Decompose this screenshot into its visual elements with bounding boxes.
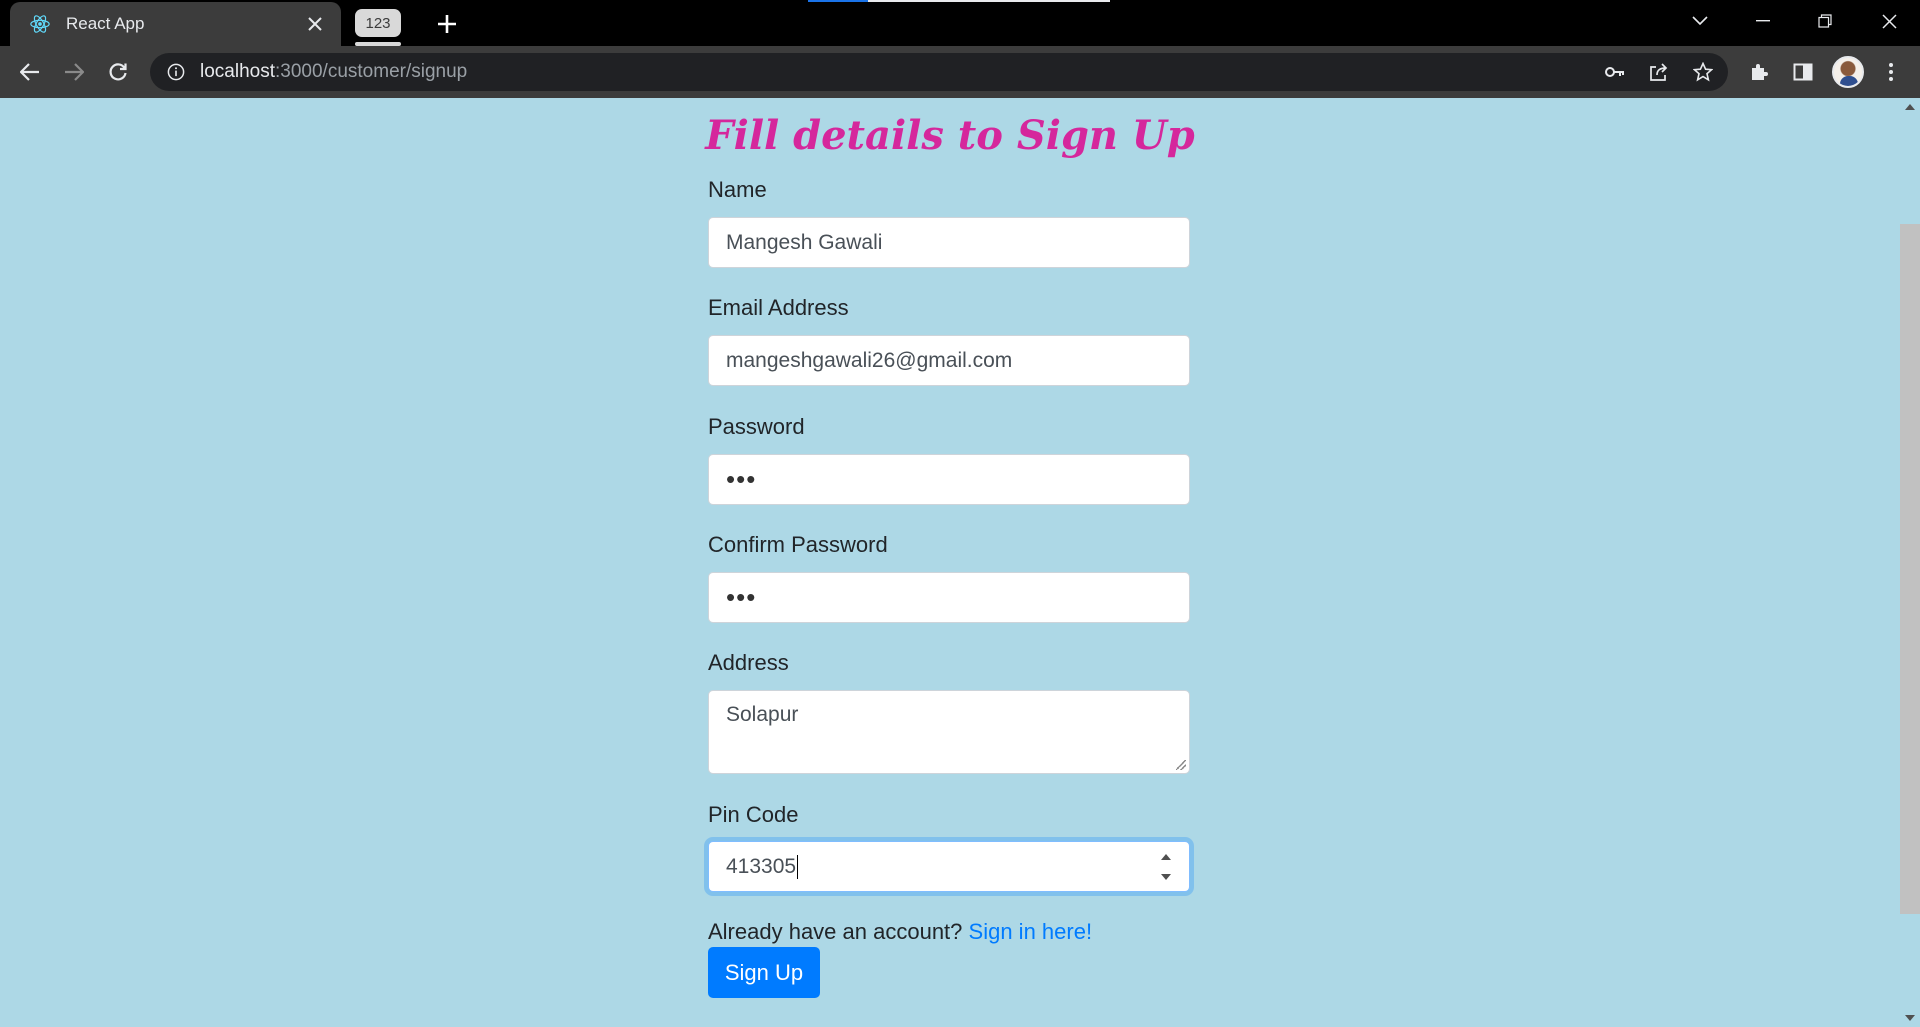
pincode-value: 413305 [726, 855, 797, 878]
resize-handle-icon[interactable] [1176, 760, 1186, 770]
extensions-icon[interactable] [1742, 55, 1776, 89]
profile-avatar[interactable] [1832, 56, 1864, 88]
url-text: localhost:3000/customer/signup [200, 61, 467, 83]
sidepanel-icon[interactable] [1786, 55, 1820, 89]
password-group: Password ••• [708, 412, 1190, 505]
signin-prompt: Already have an account? [708, 919, 963, 944]
tab-group-chip[interactable]: 123 [355, 9, 401, 37]
text-caret [797, 854, 799, 879]
tab-strip: React App 123 [0, 0, 1920, 46]
confirm-password-group: Confirm Password ••• [708, 530, 1190, 623]
password-input[interactable]: ••• [708, 454, 1190, 505]
pincode-label: Pin Code [708, 802, 799, 827]
pincode-input[interactable]: 413305 [708, 841, 1190, 892]
back-icon[interactable] [12, 54, 48, 90]
name-label: Name [708, 177, 767, 202]
reload-icon[interactable] [100, 54, 136, 90]
react-logo-icon [28, 12, 52, 36]
star-icon[interactable] [1686, 55, 1720, 89]
tab-title: React App [66, 14, 145, 33]
sign-up-button[interactable]: Sign Up [708, 947, 820, 998]
page-title: Fill details to Sign Up [705, 112, 1195, 159]
tab-loading-indicator [808, 0, 1110, 2]
pincode-group: Pin Code 413305 [708, 800, 1190, 892]
spinner-down-icon[interactable] [1161, 874, 1171, 880]
forward-icon[interactable] [56, 54, 92, 90]
scroll-down-arrow[interactable] [1905, 1015, 1915, 1021]
confirm-password-input[interactable]: ••• [708, 572, 1190, 623]
restore-icon[interactable] [1800, 0, 1850, 42]
email-input[interactable]: mangeshgawali26@gmail.com [708, 335, 1190, 386]
browser-toolbar: localhost:3000/customer/signup [0, 46, 1920, 98]
key-icon[interactable] [1598, 55, 1632, 89]
name-group: Name Mangesh Gawali [708, 175, 1190, 268]
tab-react-app[interactable]: React App [10, 2, 341, 46]
address-bar[interactable]: localhost:3000/customer/signup [150, 53, 1728, 91]
signin-prompt-line: Already have an account? Sign in here! [708, 919, 1092, 945]
name-input[interactable]: Mangesh Gawali [708, 217, 1190, 268]
close-icon[interactable] [303, 12, 327, 36]
password-label: Password [708, 414, 805, 439]
email-group: Email Address mangeshgawali26@gmail.com [708, 293, 1190, 386]
spinner-up-icon[interactable] [1161, 854, 1171, 860]
email-label: Email Address [708, 295, 849, 320]
signin-link[interactable]: Sign in here! [969, 919, 1093, 944]
url-path: :3000/customer/signup [275, 61, 468, 82]
share-icon[interactable] [1642, 55, 1676, 89]
window-close-icon[interactable] [1864, 0, 1914, 42]
address-textarea[interactable]: Solapur [708, 690, 1190, 774]
page-scrollbar[interactable] [1900, 98, 1920, 1027]
tab-search-chevron-icon[interactable] [1675, 0, 1725, 42]
address-group: Address Solapur [708, 648, 1190, 774]
plus-icon[interactable] [432, 9, 462, 39]
menu-icon[interactable] [1874, 55, 1908, 89]
scroll-up-arrow[interactable] [1905, 104, 1915, 110]
info-icon[interactable] [166, 62, 186, 82]
scrollbar-thumb[interactable] [1900, 224, 1920, 914]
address-label: Address [708, 650, 789, 675]
url-host: localhost [200, 61, 275, 82]
number-spinner[interactable] [1159, 854, 1173, 880]
confirm-password-label: Confirm Password [708, 532, 888, 557]
address-value: Solapur [726, 703, 799, 726]
minimize-icon[interactable] [1738, 0, 1788, 42]
